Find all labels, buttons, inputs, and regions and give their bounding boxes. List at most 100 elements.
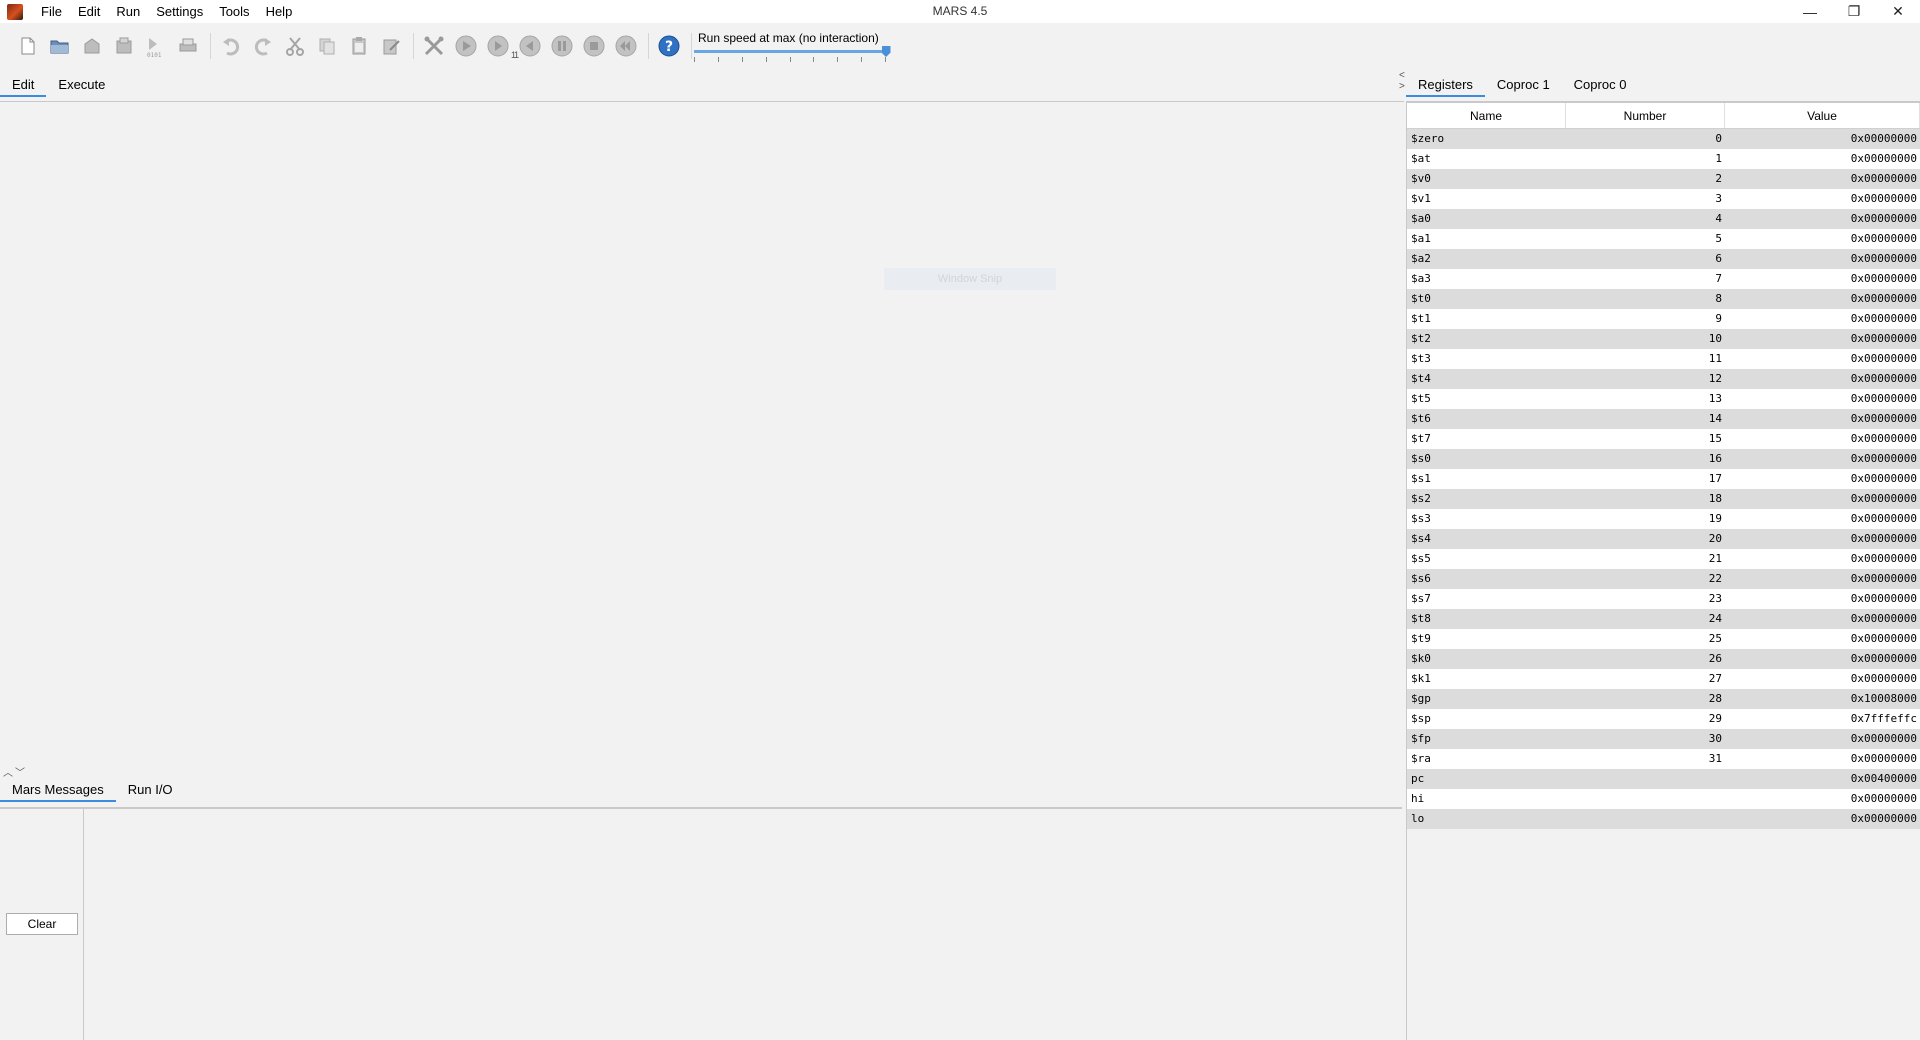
table-row[interactable]: $a1 5 0x00000000 xyxy=(1407,229,1920,249)
table-row[interactable]: $s4 20 0x00000000 xyxy=(1407,529,1920,549)
editor-area[interactable]: Window Snip xyxy=(0,101,1404,763)
register-value-cell[interactable]: 0x00000000 xyxy=(1725,489,1920,509)
minimize-button[interactable]: — xyxy=(1788,0,1832,23)
run-speed-thumb[interactable] xyxy=(881,46,891,57)
table-row[interactable]: hi 0x00000000 xyxy=(1407,789,1920,809)
help-icon[interactable]: ? xyxy=(657,34,681,58)
backstep-icon[interactable]: 1 xyxy=(514,34,542,60)
clear-button[interactable]: Clear xyxy=(6,913,78,935)
register-value-cell[interactable]: 0x00000000 xyxy=(1725,229,1920,249)
table-row[interactable]: $t2 10 0x00000000 xyxy=(1407,329,1920,349)
register-value-cell[interactable]: 0x00000000 xyxy=(1725,449,1920,469)
stop-icon[interactable] xyxy=(582,34,606,58)
register-value-cell[interactable]: 0x00000000 xyxy=(1725,309,1920,329)
table-row[interactable]: $t1 9 0x00000000 xyxy=(1407,309,1920,329)
menu-run[interactable]: Run xyxy=(108,0,148,23)
step-icon[interactable]: 1 xyxy=(486,34,516,60)
tab-registers[interactable]: Registers xyxy=(1406,75,1485,97)
new-file-icon[interactable] xyxy=(16,34,40,58)
table-row[interactable]: $v1 3 0x00000000 xyxy=(1407,189,1920,209)
tab-mars-messages[interactable]: Mars Messages xyxy=(0,780,116,802)
register-value-cell[interactable]: 0x00000000 xyxy=(1725,649,1920,669)
menu-help[interactable]: Help xyxy=(258,0,301,23)
menu-file[interactable]: File xyxy=(33,0,70,23)
copy-icon[interactable] xyxy=(315,34,339,58)
table-row[interactable]: $gp 28 0x10008000 xyxy=(1407,689,1920,709)
register-value-cell[interactable]: 0x00000000 xyxy=(1725,389,1920,409)
table-row[interactable]: $a0 4 0x00000000 xyxy=(1407,209,1920,229)
register-value-cell[interactable]: 0x00000000 xyxy=(1725,349,1920,369)
redo-icon[interactable] xyxy=(251,34,275,58)
register-value-cell[interactable]: 0x7fffeffc xyxy=(1725,709,1920,729)
table-row[interactable]: $s0 16 0x00000000 xyxy=(1407,449,1920,469)
table-row[interactable]: $sp 29 0x7fffeffc xyxy=(1407,709,1920,729)
table-row[interactable]: $t6 14 0x00000000 xyxy=(1407,409,1920,429)
open-file-icon[interactable] xyxy=(48,34,72,58)
table-row[interactable]: $t3 11 0x00000000 xyxy=(1407,349,1920,369)
table-row[interactable]: lo 0x00000000 xyxy=(1407,809,1920,829)
tab-execute[interactable]: Execute xyxy=(46,75,117,97)
chevron-down-icon[interactable]: ﹀ xyxy=(15,764,25,779)
table-row[interactable]: $k0 26 0x00000000 xyxy=(1407,649,1920,669)
tab-run-io[interactable]: Run I/O xyxy=(116,780,185,802)
chevron-right-icon[interactable]: > xyxy=(1399,81,1405,92)
register-value-cell[interactable]: 0x00000000 xyxy=(1725,149,1920,169)
register-value-cell[interactable]: 0x00000000 xyxy=(1725,249,1920,269)
table-row[interactable]: $fp 30 0x00000000 xyxy=(1407,729,1920,749)
column-header-name[interactable]: Name xyxy=(1407,103,1566,128)
register-value-cell[interactable]: 0x00000000 xyxy=(1725,329,1920,349)
table-row[interactable]: $s7 23 0x00000000 xyxy=(1407,589,1920,609)
table-row[interactable]: $a3 7 0x00000000 xyxy=(1407,269,1920,289)
register-value-cell[interactable]: 0x00400000 xyxy=(1725,769,1920,789)
run-icon[interactable] xyxy=(454,34,478,58)
close-button[interactable]: ✕ xyxy=(1876,0,1920,23)
table-row[interactable]: $s6 22 0x00000000 xyxy=(1407,569,1920,589)
register-value-cell[interactable]: 0x00000000 xyxy=(1725,169,1920,189)
register-value-cell[interactable]: 0x00000000 xyxy=(1725,529,1920,549)
register-value-cell[interactable]: 0x00000000 xyxy=(1725,569,1920,589)
table-row[interactable]: $a2 6 0x00000000 xyxy=(1407,249,1920,269)
table-row[interactable]: $t9 25 0x00000000 xyxy=(1407,629,1920,649)
table-row[interactable]: $t0 8 0x00000000 xyxy=(1407,289,1920,309)
register-value-cell[interactable]: 0x00000000 xyxy=(1725,129,1920,149)
register-value-cell[interactable]: 0x00000000 xyxy=(1725,789,1920,809)
register-value-cell[interactable]: 0x00000000 xyxy=(1725,369,1920,389)
register-value-cell[interactable]: 0x00000000 xyxy=(1725,729,1920,749)
table-row[interactable]: $k1 27 0x00000000 xyxy=(1407,669,1920,689)
reset-icon[interactable] xyxy=(614,34,638,58)
side-pane-arrows[interactable]: < > xyxy=(1399,70,1405,92)
register-value-cell[interactable]: 0x00000000 xyxy=(1725,609,1920,629)
cut-icon[interactable] xyxy=(283,34,307,58)
register-value-cell[interactable]: 0x00000000 xyxy=(1725,749,1920,769)
menu-settings[interactable]: Settings xyxy=(148,0,211,23)
chevron-left-icon[interactable]: < xyxy=(1399,70,1405,81)
paste-icon[interactable] xyxy=(347,34,371,58)
register-value-cell[interactable]: 0x00000000 xyxy=(1725,209,1920,229)
undo-icon[interactable] xyxy=(219,34,243,58)
table-row[interactable]: $s3 19 0x00000000 xyxy=(1407,509,1920,529)
dump-memory-icon[interactable]: 0101 xyxy=(144,34,168,58)
tab-edit[interactable]: Edit xyxy=(0,75,47,97)
find-replace-icon[interactable] xyxy=(379,34,403,58)
table-row[interactable]: $at 1 0x00000000 xyxy=(1407,149,1920,169)
maximize-button[interactable]: ❐ xyxy=(1832,0,1876,23)
table-row[interactable]: $zero 0 0x00000000 xyxy=(1407,129,1920,149)
pause-icon[interactable] xyxy=(550,34,574,58)
table-row[interactable]: pc 0x00400000 xyxy=(1407,769,1920,789)
tab-coproc-1[interactable]: Coproc 1 xyxy=(1485,75,1562,97)
register-value-cell[interactable]: 0x00000000 xyxy=(1725,469,1920,489)
column-header-number[interactable]: Number xyxy=(1566,103,1725,128)
save-icon[interactable] xyxy=(80,34,104,58)
save-as-icon[interactable] xyxy=(112,34,136,58)
assemble-icon[interactable] xyxy=(422,34,446,58)
tab-coproc-0[interactable]: Coproc 0 xyxy=(1562,75,1639,97)
register-value-cell[interactable]: 0x00000000 xyxy=(1725,549,1920,569)
table-row[interactable]: $t5 13 0x00000000 xyxy=(1407,389,1920,409)
chevron-up-icon[interactable]: ︿ xyxy=(3,764,13,779)
column-header-value[interactable]: Value xyxy=(1725,103,1920,128)
messages-text-area[interactable] xyxy=(85,809,1402,1040)
table-row[interactable]: $t4 12 0x00000000 xyxy=(1407,369,1920,389)
table-row[interactable]: $s2 18 0x00000000 xyxy=(1407,489,1920,509)
register-value-cell[interactable]: 0x00000000 xyxy=(1725,589,1920,609)
print-icon[interactable] xyxy=(176,34,200,58)
